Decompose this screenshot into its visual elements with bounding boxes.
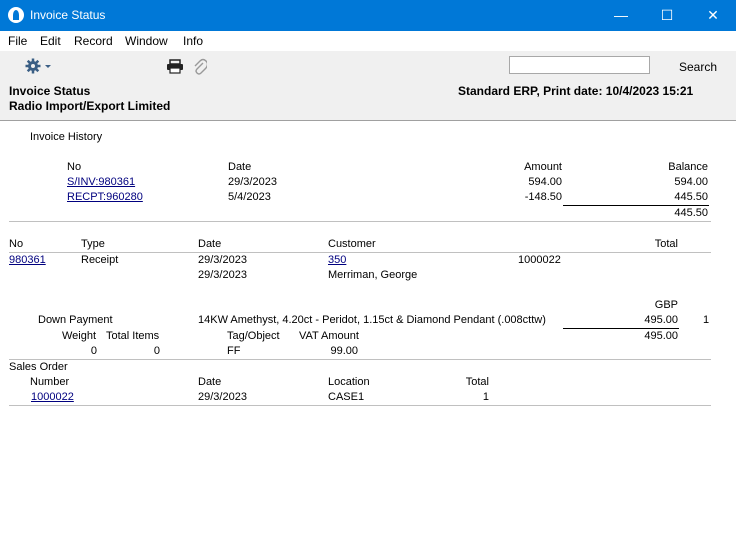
history-row-no-link[interactable]: S/INV:980361 — [67, 176, 135, 188]
invoice-col-date: Date — [198, 238, 222, 250]
history-row-date: 5/4/2023 — [228, 191, 271, 203]
vat-amount-value: 99.00 — [330, 345, 358, 357]
menu-edit[interactable]: Edit — [40, 34, 61, 48]
divider — [9, 405, 711, 406]
row-label: Down Payment — [38, 314, 113, 326]
sales-order-col-location: Location — [328, 376, 370, 388]
invoice-type: Receipt — [81, 254, 119, 266]
company-name: Radio Import/Export Limited — [9, 99, 171, 113]
history-col-amount: Amount — [524, 161, 562, 173]
print-info: Standard ERP, Print date: 10/4/2023 15:2… — [458, 84, 694, 98]
history-final-balance: 445.50 — [674, 207, 708, 219]
vat-amount-label: VAT Amount — [299, 330, 359, 342]
sales-order-date: 29/3/2023 — [198, 391, 247, 403]
sales-order-location: CASE1 — [328, 391, 365, 403]
customer-name: Merriman, George — [328, 269, 418, 281]
print-icon[interactable] — [166, 59, 184, 74]
sales-order-section-title: Sales Order — [9, 361, 68, 373]
sales-order-number-link[interactable]: 1000022 — [31, 391, 74, 403]
paperclip-icon[interactable] — [193, 58, 207, 75]
report-title: Invoice Status — [9, 84, 91, 98]
history-section-title: Invoice History — [30, 131, 103, 143]
sales-order-col-number: Number — [30, 376, 70, 388]
currency-label: GBP — [654, 299, 678, 311]
tag-object-value: FF — [227, 345, 241, 357]
invoice-col-total: Total — [654, 238, 678, 250]
row-description: 14KW Amethyst, 4.20ct - Peridot, 1.15ct … — [198, 314, 546, 326]
invoice-col-no: No — [9, 238, 24, 250]
sales-order-col-total: Total — [465, 376, 489, 388]
report-header: Invoice Status Radio Import/Export Limit… — [0, 82, 736, 120]
toolbar: Search — [0, 51, 736, 82]
order-ref: 1000022 — [518, 254, 561, 266]
divider — [9, 359, 711, 360]
search-input[interactable] — [509, 56, 650, 74]
history-col-no: No — [67, 161, 82, 173]
search-button[interactable]: Search — [679, 60, 717, 74]
menu-record[interactable]: Record — [74, 34, 113, 48]
weight-value: 0 — [90, 345, 97, 357]
menu-bar: File Edit Record Window Info — [0, 31, 736, 51]
invoice-no-link[interactable]: 980361 — [9, 254, 46, 266]
tag-object-label: Tag/Object — [227, 330, 280, 342]
divider — [9, 221, 711, 222]
history-total-rule — [563, 205, 709, 206]
menu-file[interactable]: File — [8, 34, 27, 48]
weight-label: Weight — [62, 330, 97, 342]
invoice-col-customer: Customer — [328, 238, 376, 250]
invoice-date-2: 29/3/2023 — [198, 269, 247, 281]
menu-info[interactable]: Info — [183, 34, 203, 48]
divider — [9, 252, 711, 253]
row-quantity: 1 — [703, 314, 710, 326]
sales-order-col-date: Date — [198, 376, 222, 388]
row-total-rule — [563, 328, 679, 329]
window-title: Invoice Status — [30, 8, 106, 22]
close-button[interactable]: ✕ — [690, 0, 736, 31]
total-items-value: 0 — [153, 345, 160, 357]
invoice-col-type: Type — [81, 238, 105, 250]
row-total: 495.00 — [644, 330, 678, 342]
title-bar: Invoice Status — ☐ ✕ — [0, 0, 736, 31]
invoice-date: 29/3/2023 — [198, 254, 247, 266]
row-amount: 495.00 — [644, 314, 678, 326]
minimize-button[interactable]: — — [598, 0, 644, 31]
history-row-balance: 445.50 — [674, 191, 708, 203]
history-row-balance: 594.00 — [674, 176, 708, 188]
history-row-no-link[interactable]: RECPT:960280 — [67, 191, 143, 203]
app-icon — [8, 7, 24, 23]
gear-icon[interactable] — [25, 58, 55, 74]
total-items-label: Total Items — [106, 330, 160, 342]
maximize-button[interactable]: ☐ — [644, 0, 690, 31]
history-col-date: Date — [228, 161, 252, 173]
menu-window[interactable]: Window — [125, 34, 168, 48]
sales-order-total: 1 — [482, 391, 489, 403]
history-row-amount: 594.00 — [528, 176, 562, 188]
history-col-balance: Balance — [668, 161, 708, 173]
header-divider — [0, 120, 736, 121]
history-row-amount: -148.50 — [524, 191, 562, 203]
history-row-date: 29/3/2023 — [228, 176, 277, 188]
customer-code-link[interactable]: 350 — [328, 254, 346, 266]
